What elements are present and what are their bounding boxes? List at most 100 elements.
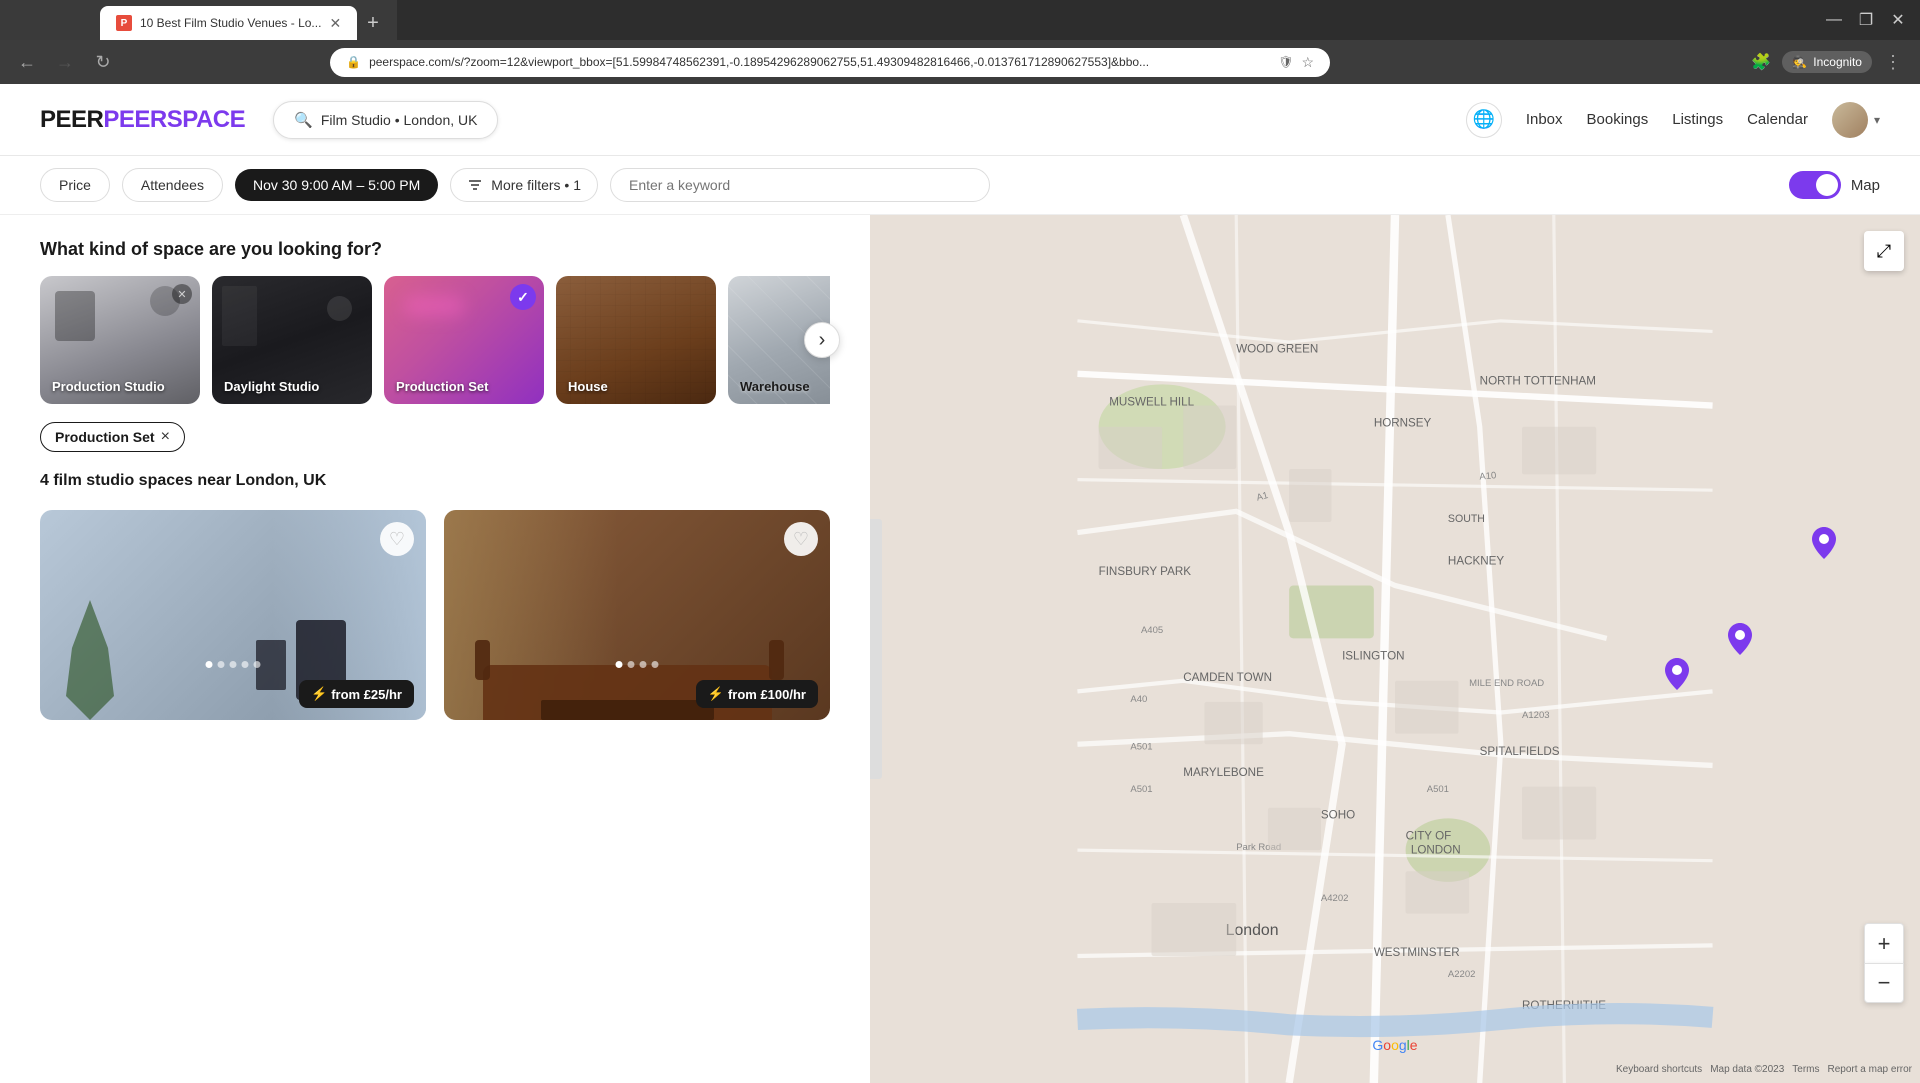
map-terms-text: Terms: [1792, 1064, 1819, 1075]
bookmark-icon[interactable]: ☆: [1302, 54, 1315, 71]
address-text: peerspace.com/s/?zoom=12&viewport_bbox=[…: [369, 55, 1270, 69]
zoom-in-icon: +: [1878, 931, 1891, 957]
listing-2-price-badge: ⚡ from £100/hr: [444, 680, 830, 708]
map-toggle[interactable]: [1789, 171, 1841, 199]
svg-text:A40: A40: [1130, 694, 1147, 705]
address-bar[interactable]: 🔒 peerspace.com/s/?zoom=12&viewport_bbox…: [330, 48, 1330, 77]
search-query: Film Studio • London, UK: [321, 112, 478, 128]
globe-button[interactable]: 🌐: [1466, 102, 1502, 138]
svg-text:WESTMINSTER: WESTMINSTER: [1374, 946, 1460, 959]
google-logo: Google: [1372, 1037, 1417, 1053]
user-menu[interactable]: ▾: [1832, 102, 1880, 138]
forward-icon: →: [56, 52, 74, 73]
listing-1-price-badge: ⚡ from £25/hr: [40, 680, 426, 708]
more-filters-button[interactable]: More filters • 1: [450, 168, 598, 202]
logo[interactable]: PEERPEERSPACE: [40, 106, 245, 134]
zoom-in-button[interactable]: +: [1864, 923, 1904, 963]
listings-nav[interactable]: Listings: [1672, 111, 1723, 128]
map-scroll-track: [870, 519, 882, 779]
price-filter-button[interactable]: Price: [40, 168, 110, 202]
space-type-production-studio[interactable]: ✕ Production Studio: [40, 276, 200, 404]
filter-tag-remove-icon[interactable]: ×: [161, 429, 170, 445]
svg-text:LONDON: LONDON: [1411, 843, 1461, 856]
close-window-button[interactable]: ✕: [1884, 6, 1912, 34]
space-type-daylight-studio[interactable]: Daylight Studio: [212, 276, 372, 404]
lock-icon: 🔒: [346, 55, 361, 69]
refresh-icon: ↻: [95, 52, 110, 73]
svg-text:HORNSEY: HORNSEY: [1374, 417, 1432, 430]
space-type-production-set[interactable]: ✓ Production Set: [384, 276, 544, 404]
svg-text:A1203: A1203: [1522, 710, 1550, 721]
inbox-nav[interactable]: Inbox: [1526, 111, 1563, 128]
minimize-button[interactable]: —: [1820, 6, 1848, 34]
map-expand-button[interactable]: ⤢: [1864, 231, 1904, 271]
listing-2-dots: [616, 661, 659, 668]
svg-text:A501: A501: [1130, 742, 1152, 753]
heart-icon: ♡: [389, 529, 405, 550]
keyboard-shortcuts-text: Keyboard shortcuts: [1616, 1064, 1702, 1075]
svg-text:A501: A501: [1427, 784, 1449, 795]
svg-text:SOHO: SOHO: [1321, 808, 1355, 821]
filter-tags: Production Set ×: [40, 422, 830, 452]
search-icon: 🔍: [294, 111, 313, 129]
incognito-icon: 🕵: [1792, 55, 1807, 69]
menu-button[interactable]: ⋮: [1878, 47, 1908, 77]
globe-icon: 🌐: [1473, 109, 1495, 130]
space-type-label-daylight-studio: Daylight Studio: [224, 379, 319, 394]
listing-2-heart-button[interactable]: ♡: [784, 522, 818, 556]
svg-text:WOOD GREEN: WOOD GREEN: [1236, 343, 1318, 356]
carousel-next-button[interactable]: ›: [804, 322, 840, 358]
results-count: 4 film studio spaces near London, UK: [40, 472, 830, 490]
zoom-out-button[interactable]: −: [1864, 963, 1904, 1003]
calendar-nav[interactable]: Calendar: [1747, 111, 1808, 128]
svg-text:A10: A10: [1479, 470, 1497, 482]
listing-image-2: ♡ ⚡ from £100/hr: [444, 510, 830, 720]
report-map-error-text: Report a map error: [1828, 1064, 1912, 1075]
filter-tag-production-set[interactable]: Production Set ×: [40, 422, 185, 452]
map-pin-2[interactable]: [1728, 623, 1752, 658]
zoom-out-icon: −: [1878, 970, 1891, 996]
listing-1-price: from £25/hr: [331, 687, 402, 702]
svg-text:A405: A405: [1141, 625, 1163, 636]
map-panel: MUSWELL HILL WOOD GREEN HORNSEY NORTH TO…: [870, 215, 1920, 1083]
listing-card-1[interactable]: ♡ ⚡ from £25/hr: [40, 510, 426, 720]
space-type-label-house: House: [568, 379, 608, 394]
attendees-filter-button[interactable]: Attendees: [122, 168, 223, 202]
listing-1-dots: [206, 661, 261, 668]
heart-icon-2: ♡: [793, 529, 809, 550]
svg-text:MILE END ROAD: MILE END ROAD: [1469, 678, 1544, 689]
listing-2-price: from £100/hr: [728, 687, 806, 702]
listings-panel: What kind of space are you looking for? …: [0, 215, 870, 1083]
zoom-controls: + −: [1864, 923, 1904, 1003]
bookings-nav[interactable]: Bookings: [1587, 111, 1649, 128]
space-type-label-production-set: Production Set: [396, 379, 488, 394]
listing-card-2[interactable]: ♡ ⚡ from £100/hr: [444, 510, 830, 720]
space-type-house[interactable]: House: [556, 276, 716, 404]
svg-text:SPITALFIELDS: SPITALFIELDS: [1480, 745, 1560, 758]
avatar-chevron-icon: ▾: [1874, 113, 1880, 127]
back-button[interactable]: ←: [12, 47, 42, 77]
listing-1-heart-button[interactable]: ♡: [380, 522, 414, 556]
refresh-button[interactable]: ↻: [88, 47, 118, 77]
map-pin-3[interactable]: [1665, 658, 1689, 693]
forward-button[interactable]: →: [50, 47, 80, 77]
keyword-input[interactable]: [610, 168, 990, 202]
active-tab[interactable]: P 10 Best Film Studio Venues - Lo... ✕: [100, 6, 357, 40]
new-tab-button[interactable]: +: [357, 12, 389, 35]
extensions-button[interactable]: 🧩: [1746, 47, 1776, 77]
filter-icon: [467, 177, 483, 193]
carousel-next-icon: ›: [819, 329, 826, 352]
listing-image-1: ♡ ⚡ from £25/hr: [40, 510, 426, 720]
tab-title: 10 Best Film Studio Venues - Lo...: [140, 16, 321, 30]
map-pin-1[interactable]: [1812, 527, 1836, 562]
space-type-label-warehouse: Warehouse: [740, 379, 810, 394]
minimize-icon: —: [1826, 11, 1842, 29]
date-filter-button[interactable]: Nov 30 9:00 AM – 5:00 PM: [235, 169, 438, 201]
filter-tag-label: Production Set: [55, 429, 155, 445]
maximize-button[interactable]: ❐: [1852, 6, 1880, 34]
tab-close-icon[interactable]: ✕: [329, 16, 341, 30]
svg-text:NORTH TOTTENHAM: NORTH TOTTENHAM: [1480, 374, 1596, 387]
svg-text:FINSBURY PARK: FINSBURY PARK: [1099, 565, 1192, 578]
close-window-icon: ✕: [1891, 10, 1904, 30]
header-search-bar[interactable]: 🔍 Film Studio • London, UK: [273, 101, 498, 139]
